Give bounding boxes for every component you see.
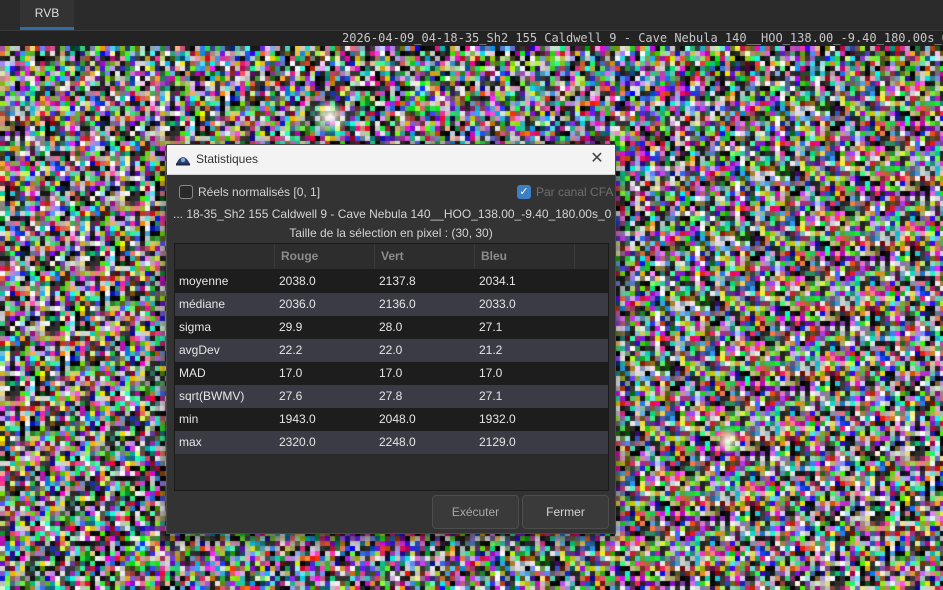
cfa-label: Par canal CFA	[536, 185, 614, 199]
column-header-red[interactable]: Rouge	[275, 244, 375, 269]
selection-size: Taille de la sélection en pixel : (30, 3…	[289, 226, 493, 240]
column-header-green[interactable]: Vert	[375, 244, 475, 269]
row-value: 1943.0	[279, 412, 316, 426]
row-label: avgDev	[179, 343, 220, 357]
table-row[interactable]: min 1943.0 2048.0 1932.0	[175, 408, 608, 431]
table-header: Rouge Vert Bleu	[175, 244, 608, 270]
table-row[interactable]: max 2320.0 2248.0 2129.0	[175, 431, 608, 454]
checkmark-icon: ✓	[519, 186, 529, 198]
table-row[interactable]: sigma 29.9 28.0 27.1	[175, 316, 608, 339]
row-value: 27.1	[479, 389, 503, 403]
statistics-dialog: Statistiques ✕ Réels normalisés [0, 1] ✓…	[166, 144, 616, 534]
table-row[interactable]: sqrt(BWMV) 27.6 27.8 27.1	[175, 385, 608, 408]
image-title: 2026-04-09_04-18-35_Sh2 155 Caldwell 9 -…	[342, 31, 943, 45]
row-value: 2034.1	[479, 274, 516, 288]
table-row[interactable]: MAD 17.0 17.0 17.0	[175, 362, 608, 385]
close-icon[interactable]: ✕	[587, 149, 607, 169]
tab-bar: RVB	[0, 0, 943, 30]
file-name: ... 18-35_Sh2 155 Caldwell 9 - Cave Nebu…	[173, 207, 611, 221]
row-label: sqrt(BWMV)	[179, 389, 245, 403]
row-value: 2248.0	[379, 435, 416, 449]
row-value: 1932.0	[479, 412, 516, 426]
dialog-title: Statistiques	[196, 152, 259, 166]
row-value: 2048.0	[379, 412, 416, 426]
table-row[interactable]: moyenne 2038.0 2137.8 2034.1	[175, 270, 608, 293]
row-value: 27.6	[279, 389, 303, 403]
row-value: 2137.8	[379, 274, 416, 288]
row-value: 17.0	[279, 366, 303, 380]
row-value: 21.2	[479, 343, 503, 357]
close-button[interactable]: Fermer	[522, 495, 609, 529]
table-row[interactable]: médiane 2036.0 2136.0 2033.0	[175, 293, 608, 316]
row-value: 2038.0	[279, 274, 316, 288]
tab-rvb[interactable]: RVB	[20, 0, 74, 30]
row-label: sigma	[179, 320, 212, 334]
row-value: 17.0	[479, 366, 503, 380]
cfa-checkbox[interactable]: ✓	[517, 185, 531, 199]
statistics-table: Rouge Vert Bleu moyenne 2038.0 2137.8 2034.…	[174, 243, 609, 491]
row-value: 22.0	[379, 343, 403, 357]
column-header-name[interactable]	[175, 244, 275, 269]
normalized-label: Réels normalisés [0, 1]	[198, 185, 321, 199]
row-label: MAD	[179, 366, 206, 380]
row-value: 27.8	[379, 389, 403, 403]
row-value: 28.0	[379, 320, 403, 334]
row-label: médiane	[179, 297, 226, 311]
row-value: 2033.0	[479, 297, 516, 311]
row-value: 27.1	[479, 320, 503, 334]
column-header-blue[interactable]: Bleu	[475, 244, 575, 269]
row-label: max	[179, 435, 202, 449]
row-label: moyenne	[179, 274, 229, 288]
table-row[interactable]: avgDev 22.2 22.0 21.2	[175, 339, 608, 362]
row-value: 2129.0	[479, 435, 516, 449]
dialog-titlebar[interactable]: Statistiques ✕	[167, 145, 615, 175]
row-value: 22.2	[279, 343, 303, 357]
row-value: 29.9	[279, 320, 303, 334]
row-value: 2320.0	[279, 435, 316, 449]
row-value: 2036.0	[279, 297, 316, 311]
row-value: 2136.0	[379, 297, 416, 311]
normalized-checkbox[interactable]	[179, 185, 193, 199]
siril-app-icon	[176, 157, 190, 166]
row-value: 17.0	[379, 366, 403, 380]
row-label: min	[179, 412, 199, 426]
execute-button[interactable]: Exécuter	[432, 495, 519, 529]
